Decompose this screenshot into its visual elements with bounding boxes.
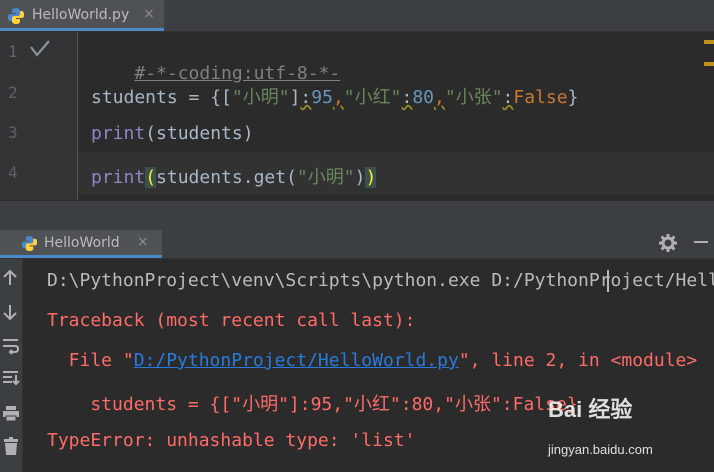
- down-arrow-icon[interactable]: [2, 303, 18, 325]
- matched-paren: (: [145, 167, 157, 188]
- keyword-token: False: [513, 87, 568, 108]
- matched-paren: ): [365, 167, 377, 188]
- line-number: 3: [8, 123, 18, 142]
- baidu-watermark: Bai 经验 jingyan.baidu.com: [548, 392, 708, 468]
- minimize-icon[interactable]: [694, 241, 708, 243]
- file-suffix: ", line 2, in <module>: [458, 350, 698, 371]
- watermark-url: jingyan.baidu.com: [548, 442, 653, 457]
- line-number: 1: [8, 42, 18, 61]
- traceback-file-line: File "D:/PythonProject/HelloWorld.py", l…: [47, 350, 698, 371]
- check-icon: [28, 38, 52, 64]
- number-token: 80: [412, 87, 435, 108]
- code-token: students.get(: [156, 167, 297, 188]
- traceback-header: Traceback (most recent call last):: [47, 310, 416, 331]
- line-number: 4: [8, 163, 18, 182]
- builtin-token: print: [91, 123, 146, 144]
- file-prefix: File ": [47, 350, 134, 371]
- console-command-line: D:\PythonProject\venv\Scripts\python.exe…: [47, 270, 714, 291]
- watermark-logo: Bai 经验: [548, 397, 633, 422]
- soft-wrap-icon[interactable]: [2, 337, 20, 359]
- text-caret: [607, 270, 609, 292]
- close-icon[interactable]: ×: [137, 234, 149, 250]
- string-token: "小张": [444, 87, 503, 108]
- run-toolbar: [0, 259, 23, 472]
- code-line-2: students = {["小明"]:95,"小红":80,"小张":False…: [91, 83, 578, 109]
- traceback-code-line: students = {["小明"]:95,"小红":80,"小张":False…: [47, 394, 578, 415]
- up-arrow-icon[interactable]: [2, 269, 18, 291]
- gear-icon[interactable]: [658, 233, 678, 257]
- python-file-icon: [7, 7, 25, 29]
- code-token: ,: [332, 87, 344, 108]
- string-token: "小明": [296, 167, 355, 188]
- code-token: :: [502, 87, 514, 108]
- code-token: (students): [145, 123, 254, 144]
- number-token: 95: [311, 87, 333, 108]
- scroll-to-end-icon[interactable]: [2, 369, 20, 391]
- comment: #-*-coding:utf-8-*-: [134, 63, 341, 84]
- run-tab-title: HelloWorld: [44, 235, 120, 251]
- code-token: ): [354, 167, 366, 188]
- editor-tab-title: HelloWorld.py: [32, 7, 130, 23]
- code-token: ,: [434, 87, 445, 108]
- panel-separator[interactable]: [0, 200, 714, 231]
- file-link[interactable]: D:/PythonProject/HelloWorld.py: [134, 350, 459, 371]
- python-run-icon: [21, 235, 38, 256]
- line-number: 2: [8, 83, 18, 102]
- string-token: "小明": [231, 87, 290, 108]
- close-icon[interactable]: ×: [143, 6, 155, 22]
- code-line-4: print(students.get("小明")): [91, 163, 377, 189]
- code-line-3: print(students): [91, 123, 254, 144]
- string-token: "小红": [343, 87, 402, 108]
- code-editor[interactable]: #-*-coding:utf-8-*- students = {["小明"]:9…: [78, 32, 714, 200]
- code-token: ]: [289, 87, 301, 108]
- error-message: TypeError: unhashable type: 'list': [47, 430, 416, 451]
- builtin-token: print: [91, 167, 146, 188]
- run-tab-helloworld[interactable]: HelloWorld ×: [0, 230, 162, 258]
- trash-icon[interactable]: [2, 437, 20, 459]
- editor-tab-helloworld[interactable]: HelloWorld.py ×: [0, 0, 164, 31]
- code-token: :: [401, 87, 413, 108]
- code-token: }: [567, 87, 579, 108]
- print-icon[interactable]: [2, 404, 20, 426]
- code-token: :: [300, 87, 312, 108]
- code-token: students = {[: [91, 87, 232, 108]
